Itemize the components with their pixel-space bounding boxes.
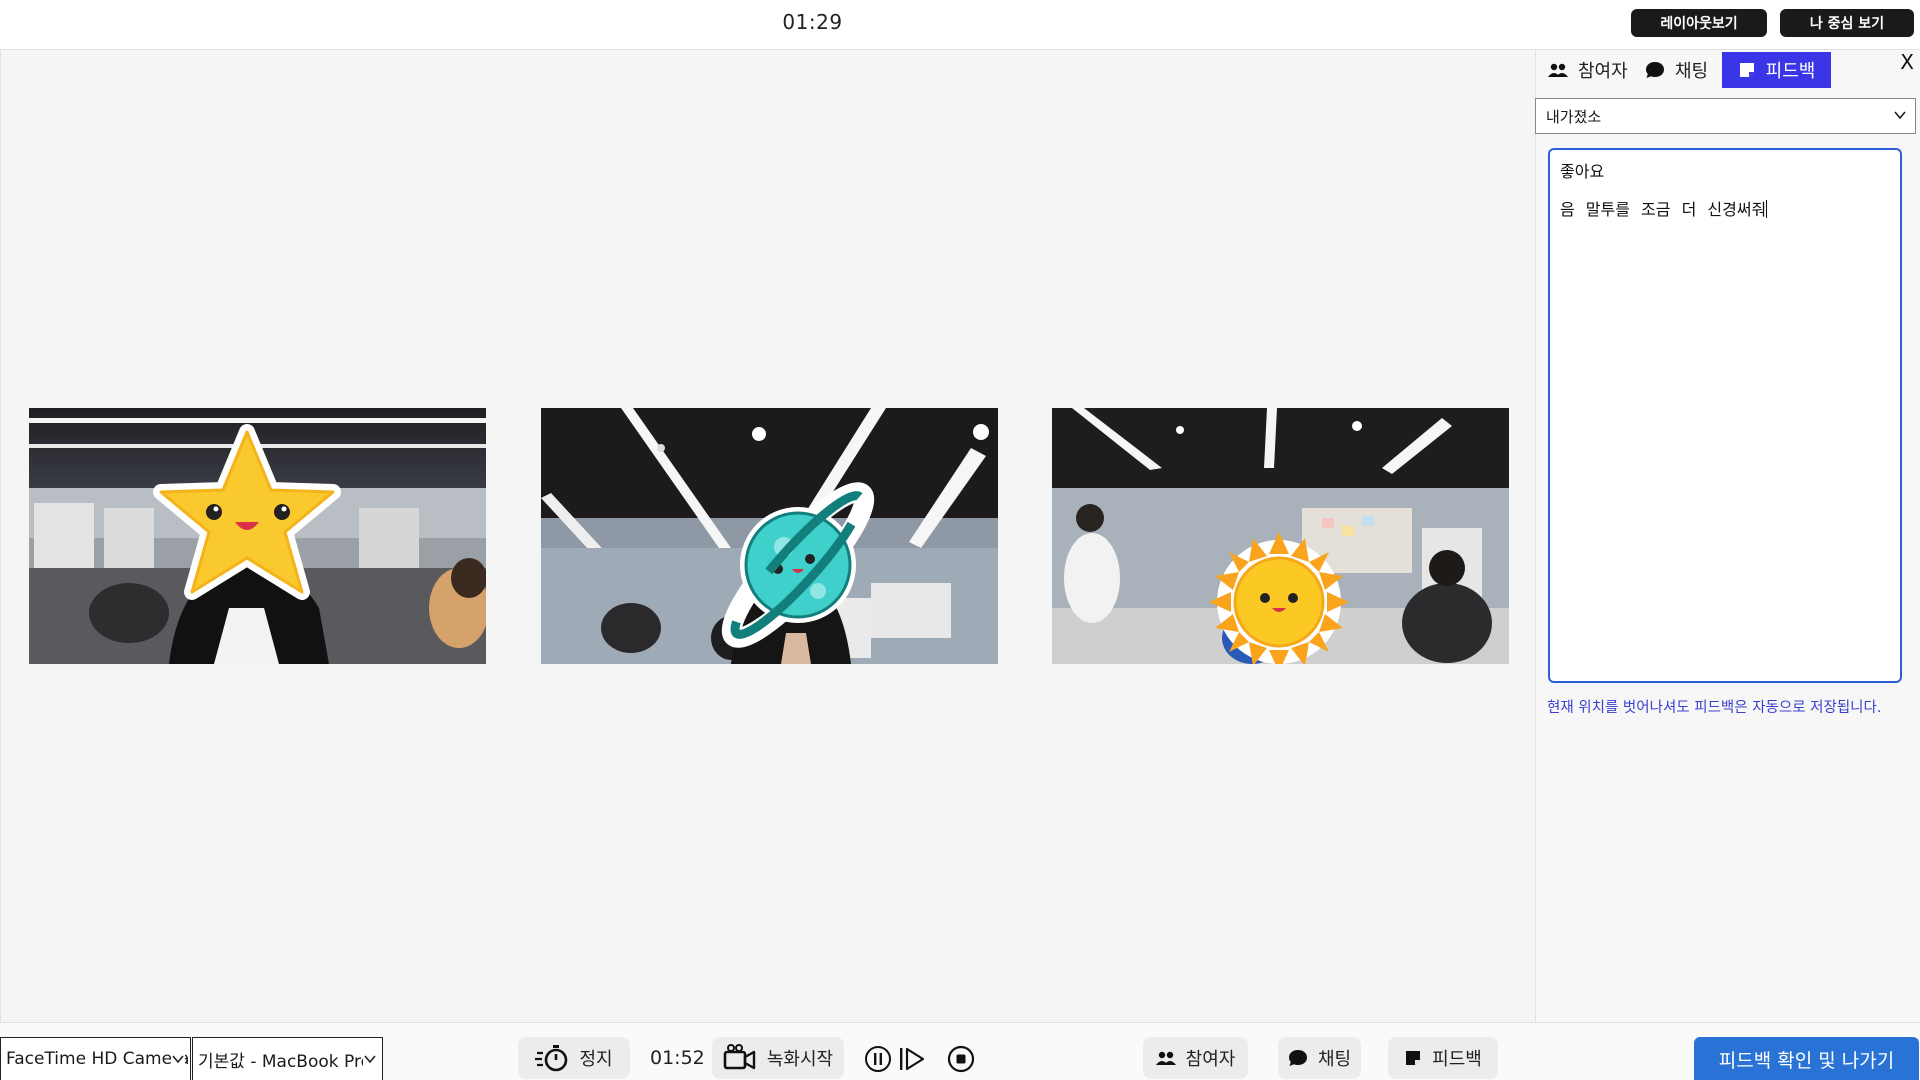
session-timer: 01:29 bbox=[782, 10, 843, 34]
note-icon bbox=[1404, 1049, 1422, 1067]
feedback-textarea[interactable]: 좋아요 음 말투를 조금 더 신경써줘 bbox=[1548, 148, 1902, 683]
toolbar-chat-label: 채팅 bbox=[1317, 1049, 1352, 1070]
chevron-down-icon bbox=[171, 1051, 185, 1071]
video-camera-icon bbox=[723, 1044, 757, 1072]
feedback-target-select[interactable]: 내가졌소 bbox=[1535, 98, 1916, 134]
video-feed-2 bbox=[541, 408, 998, 664]
microphone-select-value: 기본값 - MacBook Pro bbox=[198, 1051, 371, 1072]
participants-icon bbox=[1548, 62, 1568, 78]
tab-feedback[interactable]: 피드백 bbox=[1722, 52, 1831, 88]
stop-timer-label: 정지 bbox=[579, 1049, 613, 1070]
tab-participants[interactable]: 참여자 bbox=[1540, 52, 1636, 88]
start-recording-button[interactable]: 녹화시작 bbox=[712, 1037, 844, 1079]
stop-timer-button[interactable]: 정지 bbox=[518, 1037, 630, 1079]
confirm-feedback-exit-button[interactable]: 피드백 확인 및 나가기 bbox=[1694, 1037, 1919, 1080]
side-panel: X 참여자 채팅 피드백 내가졌소 좋아요 음 말투를 조금 더 신경써줘 현재… bbox=[1535, 50, 1920, 1022]
tab-participants-label: 참여자 bbox=[1578, 61, 1628, 82]
toolbar-participants-button[interactable]: 참여자 bbox=[1143, 1037, 1248, 1079]
bottom-toolbar: FaceTime HD Camera 기본값 - MacBook Pro 정지 … bbox=[0, 1022, 1920, 1080]
toolbar-feedback-button[interactable]: 피드백 bbox=[1388, 1037, 1498, 1079]
microphone-select[interactable]: 기본값 - MacBook Pro bbox=[192, 1037, 383, 1080]
pause-icon[interactable] bbox=[864, 1045, 892, 1073]
tab-chat-label: 채팅 bbox=[1675, 61, 1709, 82]
toolbar-chat-button[interactable]: 채팅 bbox=[1278, 1037, 1361, 1079]
feedback-target-value: 내가졌소 bbox=[1546, 107, 1602, 126]
top-bar: 01:29 레이아웃보기 나 중심 보기 bbox=[0, 0, 1920, 50]
toolbar-participants-label: 참여자 bbox=[1185, 1049, 1236, 1070]
layout-view-button[interactable]: 레이아웃보기 bbox=[1631, 9, 1767, 37]
panel-tabs: 참여자 채팅 피드백 bbox=[1536, 52, 1920, 88]
camera-select-value: FaceTime HD Camera bbox=[6, 1049, 190, 1069]
video-tile-3[interactable] bbox=[1052, 408, 1509, 664]
play-step-icon[interactable] bbox=[898, 1045, 926, 1073]
video-tile-2[interactable] bbox=[541, 408, 998, 664]
toolbar-feedback-label: 피드백 bbox=[1432, 1049, 1482, 1070]
video-tile-1[interactable] bbox=[29, 408, 486, 664]
recording-elapsed-time: 01:52 bbox=[650, 1047, 705, 1069]
text-caret bbox=[1766, 200, 1768, 218]
camera-select[interactable]: FaceTime HD Camera bbox=[0, 1037, 191, 1080]
note-icon bbox=[1738, 61, 1756, 79]
stopwatch-icon bbox=[535, 1044, 569, 1072]
video-stage bbox=[0, 50, 1536, 1022]
chat-icon bbox=[1645, 60, 1665, 80]
feedback-line-1: 좋아요 bbox=[1560, 162, 1605, 181]
chevron-down-icon bbox=[363, 1051, 377, 1071]
participants-icon bbox=[1155, 1050, 1176, 1066]
video-feed-1 bbox=[29, 408, 486, 664]
stop-recording-icon[interactable] bbox=[947, 1045, 975, 1073]
focus-me-view-button[interactable]: 나 중심 보기 bbox=[1780, 9, 1914, 37]
autosave-hint: 현재 위치를 벗어나셔도 피드백은 자동으로 저장됩니다. bbox=[1547, 700, 1882, 716]
video-feed-3 bbox=[1052, 408, 1509, 664]
feedback-line-2: 음 말투를 조금 더 신경써줘 bbox=[1560, 200, 1767, 219]
tab-feedback-label: 피드백 bbox=[1765, 61, 1816, 82]
chevron-down-icon bbox=[1893, 108, 1907, 126]
tab-chat[interactable]: 채팅 bbox=[1637, 52, 1716, 88]
chat-icon bbox=[1288, 1048, 1308, 1068]
start-recording-label: 녹화시작 bbox=[766, 1049, 834, 1070]
